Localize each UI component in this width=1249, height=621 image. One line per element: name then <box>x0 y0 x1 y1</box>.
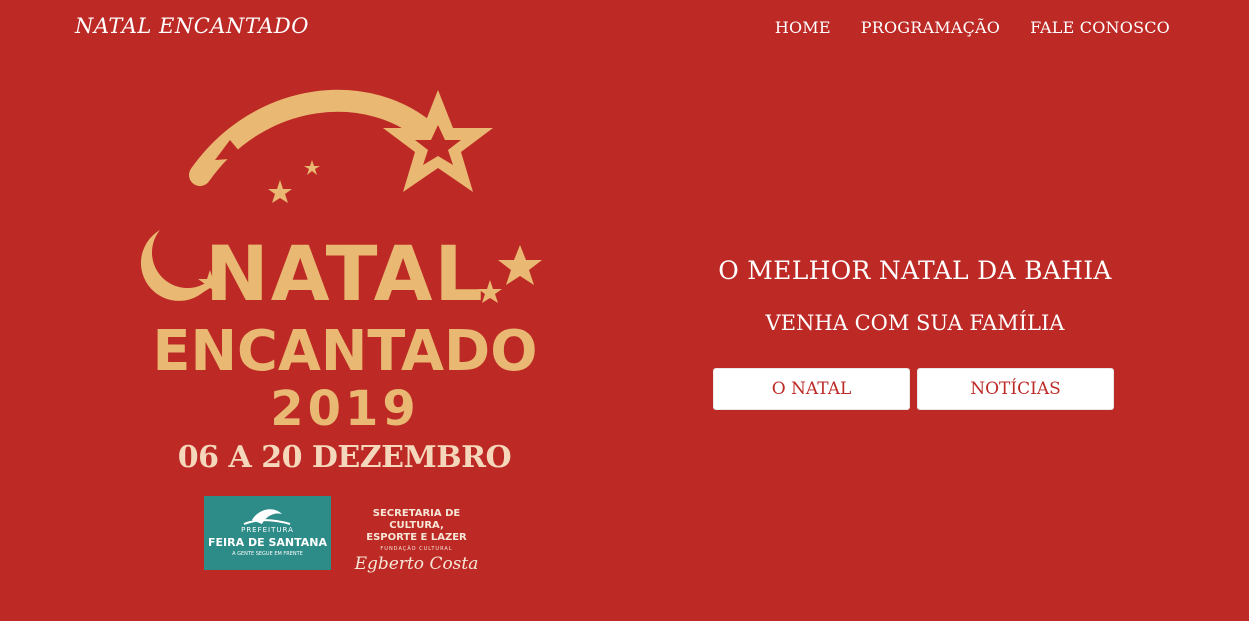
partner-line1: SECRETARIA DE CULTURA, <box>372 508 461 531</box>
partner-line2: ESPORTE E LAZER <box>366 532 467 543</box>
partner-prefeitura: PREFEITURA <box>241 526 294 534</box>
partner-tagline: A GENTE SEGUE EM FRENTE <box>232 551 303 557</box>
shooting-star-trail <box>189 89 441 186</box>
o-natal-button[interactable]: O NATAL <box>713 368 910 410</box>
partner-line3: FUNDAÇÃO CULTURAL <box>380 546 453 552</box>
logo-year-text: 2019 <box>270 381 420 437</box>
small-star-icon <box>268 180 292 203</box>
hero-buttons: O NATAL NOTÍCIAS <box>713 368 1114 410</box>
event-poster: NATAL ENCANTADO 2019 06 A 20 DEZEMBRO PR… <box>120 80 570 580</box>
hero-title: O MELHOR NATAL DA BAHIA <box>718 256 1112 285</box>
event-dates: 06 A 20 DEZEMBRO <box>177 440 512 475</box>
moon-icon <box>140 230 215 301</box>
nav-programacao[interactable]: PROGRAMAÇÃO <box>861 18 1000 37</box>
hero-subtitle: VENHA COM SUA FAMÍLIA <box>765 311 1065 335</box>
navbar: NATAL ENCANTADO HOME PROGRAMAÇÃO FALE CO… <box>0 0 1249 58</box>
logo-natal-text: NATAL <box>205 229 485 318</box>
nav-home[interactable]: HOME <box>775 18 831 37</box>
hero: O MELHOR NATAL DA BAHIA VENHA COM SUA FA… <box>700 256 1130 410</box>
partner-city-name: FEIRA DE SANTANA <box>208 536 327 549</box>
small-star-icon <box>304 160 320 175</box>
partner-secretaria: SECRETARIA DE CULTURA, ESPORTE E LAZER F… <box>344 508 489 574</box>
logo-encantado-text: ENCANTADO <box>153 319 538 384</box>
noticias-button[interactable]: NOTÍCIAS <box>917 368 1114 410</box>
small-star-icon <box>498 245 542 285</box>
nav-fale-conosco[interactable]: FALE CONOSCO <box>1030 18 1170 37</box>
event-logo: NATAL ENCANTADO 2019 <box>140 89 542 437</box>
brand-link[interactable]: NATAL ENCANTADO <box>75 14 309 38</box>
partner-signature: Egberto Costa <box>354 554 479 574</box>
partner-logo-feira-de-santana: PREFEITURA FEIRA DE SANTANA A GENTE SEGU… <box>204 496 331 570</box>
nav-menu: HOME PROGRAMAÇÃO FALE CONOSCO <box>775 18 1170 37</box>
